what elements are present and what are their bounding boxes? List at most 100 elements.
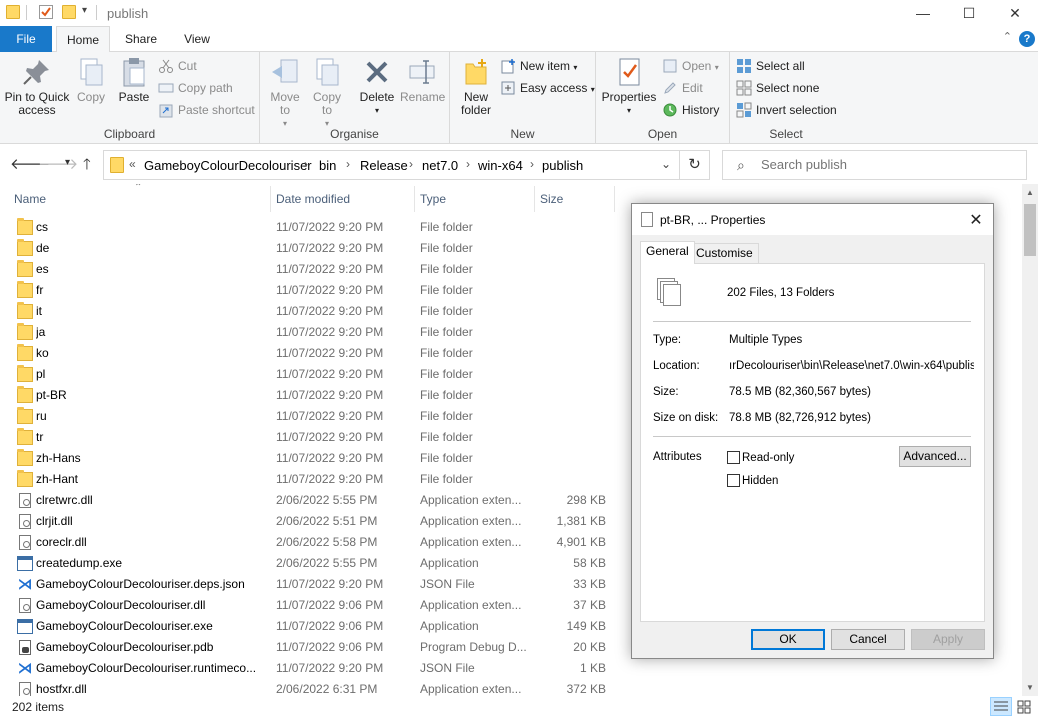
help-icon[interactable]: ?	[1019, 31, 1035, 47]
move-to-button[interactable]: Move to ▾	[266, 56, 304, 130]
collapse-ribbon-icon[interactable]: ⌃	[1003, 30, 1012, 43]
breadcrumb-item[interactable]: Release	[360, 158, 408, 173]
file-row[interactable]: createdump.exe 2/06/2022 5:55 PM Applicati…	[0, 553, 620, 574]
ribbon: Pin to Quick access Copy Paste Cut Copy …	[0, 52, 1038, 144]
copy-to-button[interactable]: Copy to ▾	[308, 56, 346, 130]
file-row[interactable]: ⋊ GameboyColourDecolouriser.runtimeco... 1…	[0, 658, 620, 679]
tab-view[interactable]: View	[172, 26, 222, 52]
invert-selection-button[interactable]: Invert selection	[736, 100, 837, 120]
open-button[interactable]: Open ▾	[662, 56, 719, 76]
file-row[interactable]: zh-Hans 11/07/2022 9:20 PM File folder	[0, 448, 620, 469]
read-only-checkbox[interactable]	[727, 451, 740, 464]
breadcrumb-separator-icon[interactable]: ›	[304, 157, 308, 171]
properties-icon[interactable]	[39, 5, 53, 19]
column-header-size[interactable]: Size	[534, 188, 614, 210]
apply-button[interactable]: Apply	[911, 629, 985, 650]
file-row[interactable]: clrjit.dll 2/06/2022 5:51 PM Application e…	[0, 511, 620, 532]
tab-customise[interactable]: Customise	[690, 243, 759, 264]
column-header-date[interactable]: Date modified	[270, 188, 414, 210]
delete-button[interactable]: Delete ▾	[356, 56, 398, 117]
scroll-up-icon[interactable]: ▲	[1022, 188, 1038, 197]
breadcrumb-overflow[interactable]: «	[129, 157, 136, 171]
scrollbar-thumb[interactable]	[1024, 204, 1036, 256]
breadcrumb-item[interactable]: win-x64	[478, 158, 523, 173]
new-group: New folder New item ▾ Easy access ▾ New	[450, 52, 596, 144]
customize-toolbar-chevron-icon[interactable]: ▾	[82, 5, 87, 16]
vertical-scrollbar[interactable]: ▲ ▼	[1022, 184, 1038, 696]
file-row[interactable]: de 11/07/2022 9:20 PM File folder	[0, 238, 620, 259]
close-button[interactable]: ✕	[992, 0, 1038, 26]
file-row[interactable]: ko 11/07/2022 9:20 PM File folder	[0, 343, 620, 364]
breadcrumb-item[interactable]: bin	[319, 158, 336, 173]
tab-home[interactable]: Home	[56, 26, 110, 53]
pin-to-quick-access-button[interactable]: Pin to Quick access	[4, 56, 70, 117]
cancel-button[interactable]: Cancel	[831, 629, 905, 650]
hidden-checkbox[interactable]	[727, 474, 740, 487]
ok-button[interactable]: OK	[751, 629, 825, 650]
file-row[interactable]: ru 11/07/2022 9:20 PM File folder	[0, 406, 620, 427]
address-dropdown-icon[interactable]: ⌄	[661, 157, 671, 171]
file-row[interactable]: pl 11/07/2022 9:20 PM File folder	[0, 364, 620, 385]
breadcrumb-item[interactable]: net7.0	[422, 158, 458, 173]
recent-locations-chevron-icon[interactable]: ▾	[65, 157, 70, 168]
breadcrumb-item[interactable]: GameboyColourDecolouriser	[144, 158, 312, 173]
properties-button[interactable]: Properties ▾	[600, 56, 658, 117]
column-header-name[interactable]: Name	[8, 188, 270, 210]
search-box[interactable]: ⌕	[722, 150, 1027, 180]
file-row[interactable]: GameboyColourDecolouriser.dll 11/07/2022 …	[0, 595, 620, 616]
advanced-button[interactable]: Advanced...	[899, 446, 971, 467]
rename-button[interactable]: Rename	[400, 56, 445, 104]
maximize-button[interactable]: ☐	[946, 0, 992, 26]
status-bar: 202 items	[0, 696, 1038, 719]
file-row[interactable]: es 11/07/2022 9:20 PM File folder	[0, 259, 620, 280]
details-view-icon[interactable]	[990, 697, 1012, 716]
scroll-down-icon[interactable]: ▼	[1022, 683, 1038, 692]
file-row[interactable]: cs 11/07/2022 9:20 PM File folder	[0, 217, 620, 238]
up-arrow-icon[interactable]: 🡑	[83, 154, 91, 179]
file-row[interactable]: coreclr.dll 2/06/2022 5:58 PM Application …	[0, 532, 620, 553]
file-row[interactable]: GameboyColourDecolouriser.exe 11/07/2022 …	[0, 616, 620, 637]
column-divider[interactable]	[614, 186, 615, 212]
file-row[interactable]: GameboyColourDecolouriser.pdb 11/07/2022 …	[0, 637, 620, 658]
file-row[interactable]: ja 11/07/2022 9:20 PM File folder	[0, 322, 620, 343]
select-none-button[interactable]: Select none	[736, 78, 819, 98]
file-row[interactable]: tr 11/07/2022 9:20 PM File folder	[0, 427, 620, 448]
paste-shortcut-button[interactable]: Paste shortcut	[158, 100, 255, 120]
breadcrumb-separator-icon[interactable]: ›	[466, 157, 470, 171]
cut-button[interactable]: Cut	[158, 56, 197, 76]
address-bar[interactable]: « GameboyColourDecolouriser › bin › Rele…	[103, 150, 680, 180]
history-button[interactable]: History	[662, 100, 719, 120]
forward-arrow-icon[interactable]: 🡒	[38, 154, 78, 173]
file-row[interactable]: clretwrc.dll 2/06/2022 5:55 PM Application…	[0, 490, 620, 511]
easy-access-button[interactable]: Easy access ▾	[500, 78, 595, 98]
copy-button[interactable]: Copy	[72, 56, 110, 104]
breadcrumb-separator-icon[interactable]: ›	[530, 157, 534, 171]
new-item-button[interactable]: New item ▾	[500, 56, 577, 76]
breadcrumb-separator-icon[interactable]: ›	[346, 157, 350, 171]
breadcrumb-separator-icon[interactable]: ›	[409, 157, 413, 171]
dialog-title-bar[interactable]: pt-BR, ... Properties ✕	[632, 204, 993, 235]
file-row[interactable]: it 11/07/2022 9:20 PM File folder	[0, 301, 620, 322]
file-row[interactable]: ⋊ GameboyColourDecolouriser.deps.json 11/0…	[0, 574, 620, 595]
search-input[interactable]	[761, 157, 1011, 172]
file-size: 37 KB	[573, 598, 606, 612]
minimize-button[interactable]: —	[900, 0, 946, 26]
dialog-close-icon[interactable]: ✕	[967, 210, 985, 230]
new-folder-button[interactable]: New folder	[456, 56, 496, 117]
column-header-type[interactable]: Type	[414, 188, 534, 210]
file-row[interactable]: hostfxr.dll 2/06/2022 6:31 PM Application …	[0, 679, 620, 696]
edit-button[interactable]: Edit	[662, 78, 703, 98]
file-row[interactable]: zh-Hant 11/07/2022 9:20 PM File folder	[0, 469, 620, 490]
copy-path-button[interactable]: Copy path	[158, 78, 233, 98]
large-icons-view-icon[interactable]	[1013, 697, 1035, 716]
new-folder-icon[interactable]	[62, 5, 76, 19]
file-row[interactable]: pt-BR 11/07/2022 9:20 PM File folder	[0, 385, 620, 406]
refresh-icon[interactable]: ↻	[680, 150, 710, 180]
tab-file[interactable]: File	[0, 26, 52, 52]
tab-general[interactable]: General	[640, 241, 695, 264]
tab-share[interactable]: Share	[116, 26, 166, 52]
paste-button[interactable]: Paste	[114, 56, 154, 104]
breadcrumb-item[interactable]: publish	[542, 158, 583, 173]
select-all-button[interactable]: Select all	[736, 56, 805, 76]
file-row[interactable]: fr 11/07/2022 9:20 PM File folder	[0, 280, 620, 301]
